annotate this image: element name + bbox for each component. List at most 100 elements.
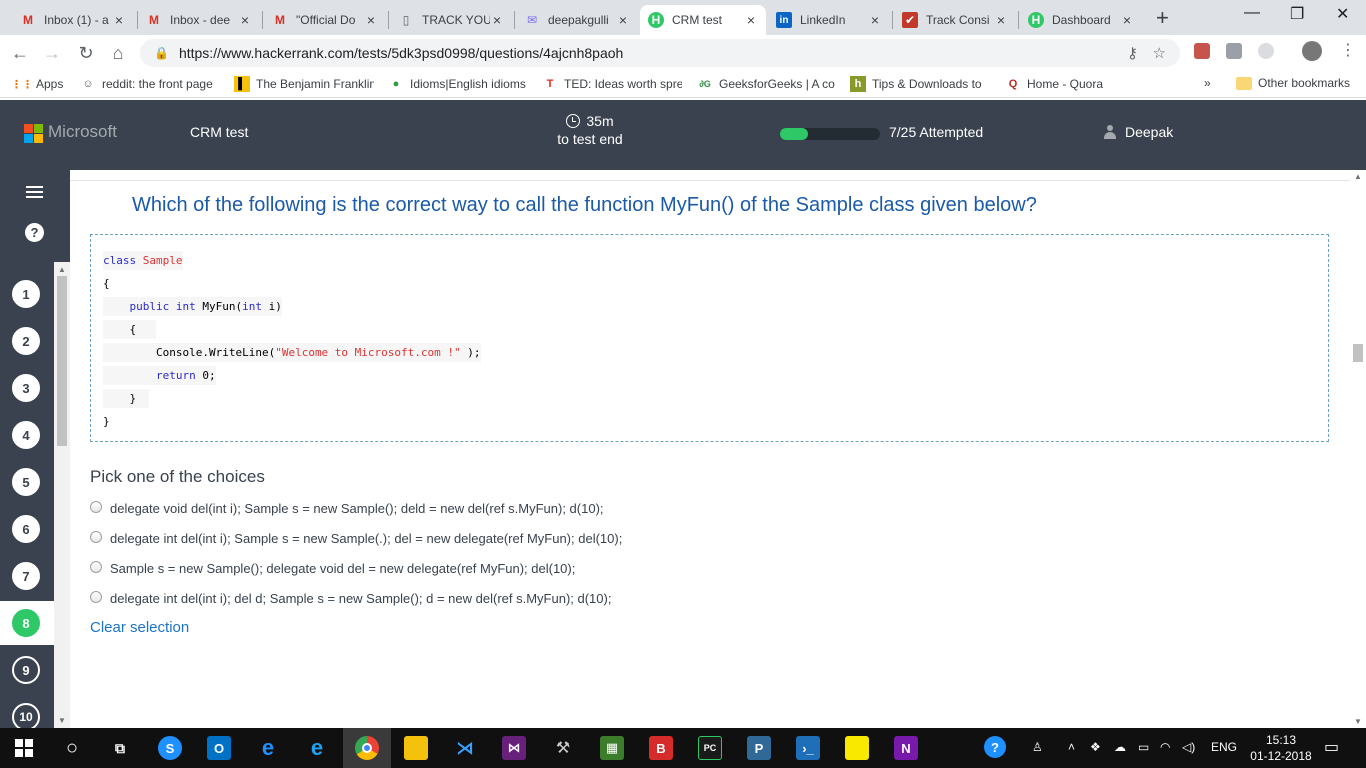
tray-expand-icon[interactable]: ˄ xyxy=(1068,740,1075,754)
menu-kebab-icon[interactable]: ⋮ xyxy=(1340,43,1356,59)
volume-icon[interactable]: ◁) xyxy=(1182,740,1195,754)
choice-option-1[interactable]: delegate void del(int i); Sample s = new… xyxy=(90,500,604,516)
bookmark-star-icon[interactable]: ☆ xyxy=(1153,44,1166,62)
input-language[interactable]: ENG xyxy=(1211,740,1237,754)
question-nav-7[interactable]: 7 xyxy=(12,562,40,590)
file-explorer-icon[interactable] xyxy=(404,736,428,760)
list-icon[interactable] xyxy=(26,186,43,199)
b-app-icon[interactable]: B xyxy=(649,736,673,760)
question-nav-4[interactable]: 4 xyxy=(12,421,40,449)
question-nav-6[interactable]: 6 xyxy=(12,515,40,543)
back-arrow-icon[interactable]: ← xyxy=(8,41,32,65)
radio-button[interactable] xyxy=(90,500,102,513)
close-tab-icon[interactable]: × xyxy=(238,12,252,28)
close-window-icon[interactable]: ✕ xyxy=(1336,4,1349,24)
browser-tab[interactable]: M "Official Do × xyxy=(264,5,386,35)
notifications-icon[interactable]: ▭ xyxy=(1324,737,1339,757)
chrome-icon[interactable] xyxy=(355,736,379,760)
powershell-icon[interactable]: ›_ xyxy=(796,736,820,760)
close-tab-icon[interactable]: × xyxy=(744,12,758,28)
spreadsheet-app-icon[interactable]: ▦ xyxy=(600,736,624,760)
bookmark-idioms[interactable]: ● Idioms|English idioms xyxy=(388,76,528,92)
dropbox-icon[interactable]: ❖ xyxy=(1090,740,1101,754)
reload-icon[interactable]: ↻ xyxy=(74,41,98,65)
outlook-icon[interactable]: O xyxy=(207,736,231,760)
question-nav-1[interactable]: 1 xyxy=(12,280,40,308)
visual-studio-icon[interactable]: ⋈ xyxy=(502,736,526,760)
scrollbar-thumb[interactable] xyxy=(57,276,67,446)
search-icon[interactable]: ○ xyxy=(60,736,84,760)
browser-tab-active[interactable]: H CRM test × xyxy=(640,5,766,35)
browser-tab[interactable]: M Inbox (1) - a × xyxy=(12,5,134,35)
pdf-extension-icon[interactable] xyxy=(1194,43,1210,59)
other-bookmarks[interactable]: Other bookmarks xyxy=(1236,76,1350,90)
wifi-icon[interactable]: ◠ xyxy=(1160,740,1170,754)
question-nav-9[interactable]: 9 xyxy=(12,656,40,684)
scroll-up-icon[interactable]: ▲ xyxy=(58,265,66,274)
internet-explorer-icon[interactable]: e xyxy=(305,735,329,760)
bookmarks-overflow-button[interactable]: » xyxy=(1204,76,1211,90)
radio-button[interactable] xyxy=(90,590,102,603)
system-clock[interactable]: 15:13 01-12-2018 xyxy=(1250,732,1312,764)
close-tab-icon[interactable]: × xyxy=(616,12,630,28)
question-nav-8[interactable]: 8 xyxy=(12,609,40,637)
navigator-scrollbar[interactable]: ▲ ▼ xyxy=(54,262,70,728)
browser-tab[interactable]: M Inbox - dee × xyxy=(138,5,260,35)
close-tab-icon[interactable]: × xyxy=(868,12,882,28)
help-icon[interactable]: ? xyxy=(25,223,44,242)
people-icon[interactable]: ♙ xyxy=(1032,740,1043,754)
forward-arrow-icon[interactable]: → xyxy=(40,41,64,65)
close-tab-icon[interactable]: × xyxy=(994,12,1008,28)
address-bar[interactable]: 🔒 https://www.hackerrank.com/tests/5dk3p… xyxy=(140,39,1180,67)
bookmark-reddit[interactable]: ☺ reddit: the front page xyxy=(80,76,220,92)
pycharm-icon[interactable]: PC xyxy=(698,736,722,760)
choice-option-2[interactable]: delegate int del(int i); Sample s = new … xyxy=(90,530,622,546)
vscode-icon[interactable]: ⋊ xyxy=(453,736,477,760)
scroll-down-icon[interactable]: ▼ xyxy=(58,716,66,725)
bookmark-geeksforgeeks[interactable]: ∂G GeeksforGeeks | A co xyxy=(697,76,837,92)
onedrive-icon[interactable]: ☁ xyxy=(1114,740,1126,754)
close-tab-icon[interactable]: × xyxy=(490,12,504,28)
browser-tab[interactable]: ✉ deepakgulli × xyxy=(516,5,638,35)
clear-selection-link[interactable]: Clear selection xyxy=(90,619,189,636)
radio-button[interactable] xyxy=(90,530,102,543)
user-menu[interactable]: Deepak xyxy=(1103,124,1173,140)
radio-button[interactable] xyxy=(90,560,102,573)
key-icon[interactable]: ⚷ xyxy=(1127,44,1138,62)
onenote-icon[interactable]: N xyxy=(894,736,918,760)
task-view-icon[interactable]: ⧉ xyxy=(108,736,132,760)
browser-tab[interactable]: ✔ Track Consi × xyxy=(894,5,1016,35)
edge-icon[interactable]: e xyxy=(256,735,280,760)
page-scrollbar[interactable]: ▲ ▼ xyxy=(1350,170,1366,728)
close-tab-icon[interactable]: × xyxy=(112,12,126,28)
help-tray-icon[interactable]: ? xyxy=(984,736,1006,758)
scroll-up-icon[interactable]: ▲ xyxy=(1354,172,1362,181)
question-nav-5[interactable]: 5 xyxy=(12,468,40,496)
extension-icon[interactable] xyxy=(1226,43,1242,59)
battery-icon[interactable]: ▭ xyxy=(1138,740,1149,754)
browser-tab[interactable]: in LinkedIn × xyxy=(768,5,890,35)
windows-start-icon[interactable] xyxy=(12,736,36,760)
choice-option-3[interactable]: Sample s = new Sample(); delegate void d… xyxy=(90,560,575,576)
skype-icon[interactable]: S xyxy=(158,736,182,760)
browser-tab[interactable]: H Dashboard × xyxy=(1020,5,1142,35)
question-nav-10[interactable]: 10 xyxy=(12,703,40,731)
bookmark-tips[interactable]: h Tips & Downloads to xyxy=(850,76,990,92)
close-tab-icon[interactable]: × xyxy=(364,12,378,28)
sticky-notes-icon[interactable] xyxy=(845,736,869,760)
bookmark-apps[interactable]: ⋮⋮ Apps xyxy=(14,76,63,92)
question-nav-3[interactable]: 3 xyxy=(12,374,40,402)
home-icon[interactable]: ⌂ xyxy=(106,41,130,65)
browser-tab[interactable]: ▯ TRACK YOU × xyxy=(390,5,512,35)
choice-option-4[interactable]: delegate int del(int i); del d; Sample s… xyxy=(90,590,611,606)
new-tab-button[interactable]: + xyxy=(1156,5,1169,31)
scroll-down-icon[interactable]: ▼ xyxy=(1354,717,1362,726)
bookmark-quora[interactable]: Q Home - Quora xyxy=(1005,76,1103,92)
minimize-icon[interactable]: — xyxy=(1244,4,1260,22)
bookmark-franklin[interactable]: ▌ The Benjamin Franklin xyxy=(234,76,374,92)
maximize-icon[interactable]: ❐ xyxy=(1290,4,1304,24)
tools-icon[interactable]: ⚒ xyxy=(551,736,575,760)
bookmark-ted[interactable]: T TED: Ideas worth spre xyxy=(542,76,682,92)
python-icon[interactable]: P xyxy=(747,736,771,760)
profile-avatar[interactable] xyxy=(1302,41,1322,61)
